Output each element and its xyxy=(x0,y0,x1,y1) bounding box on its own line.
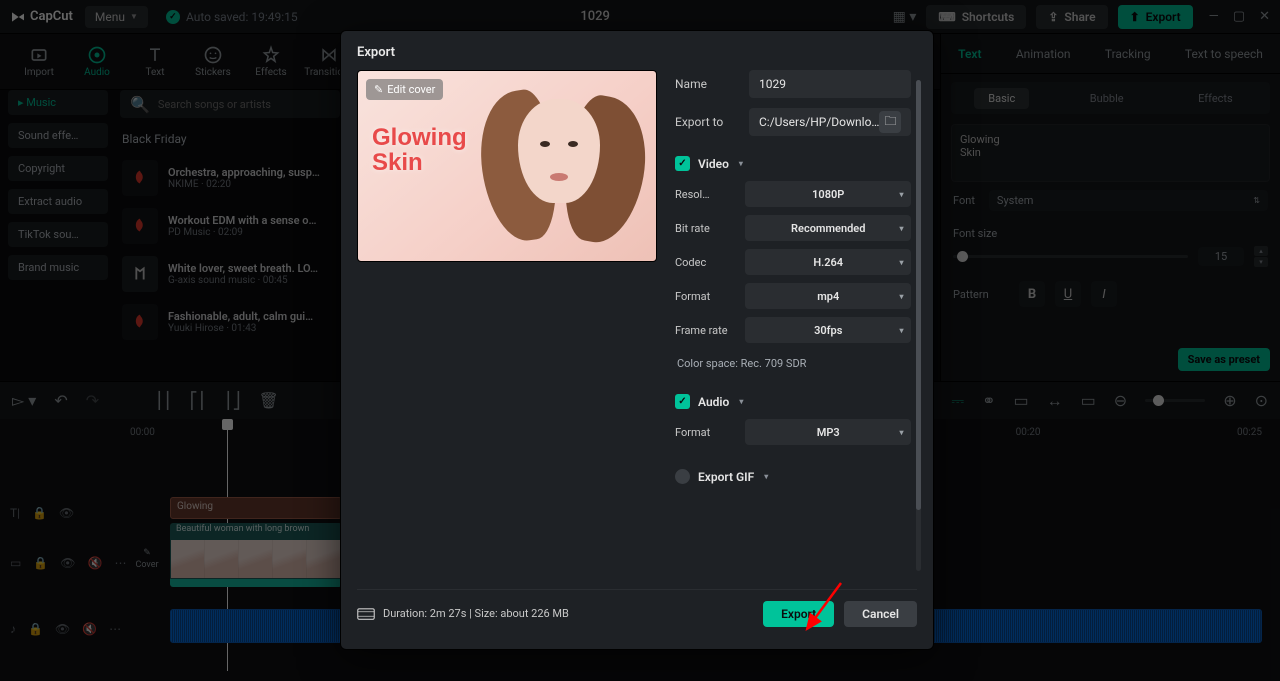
resolution-label: Resol… xyxy=(675,188,735,201)
chevron-down-icon: ▾ xyxy=(739,159,743,168)
codec-select[interactable]: H.264▾ xyxy=(745,249,911,275)
cover-overlay-text: Glowing Skin xyxy=(372,125,467,175)
export-to-label: Export to xyxy=(675,115,737,129)
video-format-label: Format xyxy=(675,290,735,303)
export-title: Export xyxy=(357,45,917,60)
export-cancel-button[interactable]: Cancel xyxy=(844,601,917,627)
export-dialog: Export ✎Edit cover Glowing Skin Name 102… xyxy=(340,30,934,650)
framerate-label: Frame rate xyxy=(675,324,735,337)
folder-icon: 🗀 xyxy=(884,112,896,133)
pencil-icon: ✎ xyxy=(374,83,383,96)
gif-section-header[interactable]: ✓Export GIF▾ xyxy=(675,467,911,490)
edit-cover-button[interactable]: ✎Edit cover xyxy=(366,79,443,100)
bitrate-label: Bit rate xyxy=(675,222,735,235)
audio-format-label: Format xyxy=(675,426,735,439)
name-label: Name xyxy=(675,77,737,91)
export-confirm-button[interactable]: Export xyxy=(763,601,834,627)
audio-format-select[interactable]: MP3▾ xyxy=(745,419,911,445)
audio-checkbox[interactable]: ✓ xyxy=(675,394,690,409)
name-input[interactable]: 1029 xyxy=(749,70,911,98)
export-meta: Duration: 2m 27s | Size: about 226 MB xyxy=(357,607,569,621)
chevron-down-icon: ▾ xyxy=(739,397,743,406)
audio-section-header[interactable]: ✓Audio▾ xyxy=(675,392,911,415)
browse-folder-button[interactable]: 🗀 xyxy=(879,111,901,133)
scrollbar-thumb[interactable] xyxy=(916,80,921,510)
video-checkbox[interactable]: ✓ xyxy=(675,156,690,171)
export-path-input[interactable]: C:/Users/HP/Downlo… 🗀 xyxy=(749,108,911,136)
resolution-select[interactable]: 1080P▾ xyxy=(745,181,911,207)
video-section-header[interactable]: ✓Video▾ xyxy=(675,154,911,177)
video-format-select[interactable]: mp4▾ xyxy=(745,283,911,309)
export-cover-preview: ✎Edit cover Glowing Skin xyxy=(357,70,657,262)
bitrate-select[interactable]: Recommended▾ xyxy=(745,215,911,241)
color-space-info: Color space: Rec. 709 SDR xyxy=(675,347,911,374)
cover-face-illustration xyxy=(468,77,648,257)
chevron-down-icon: ▾ xyxy=(764,472,768,481)
gif-checkbox[interactable]: ✓ xyxy=(675,469,690,484)
codec-label: Codec xyxy=(675,256,735,269)
film-icon xyxy=(357,607,375,621)
framerate-select[interactable]: 30fps▾ xyxy=(745,317,911,343)
